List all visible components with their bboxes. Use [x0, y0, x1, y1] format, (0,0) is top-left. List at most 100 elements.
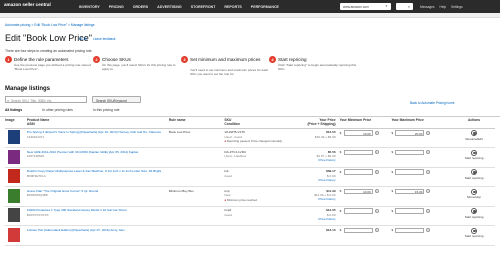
min-price-field-input[interactable] — [343, 149, 373, 155]
search-icon: ⌕ — [7, 97, 10, 103]
marketplace-value: www.amazon.com — [343, 4, 369, 9]
sub-navigation-bar — [0, 13, 500, 18]
product-thumbnail[interactable] — [8, 227, 20, 242]
min-price-cell: $ 10.00 i — [339, 128, 392, 148]
action-button[interactable]: Start repricing — [453, 215, 495, 219]
max-price-field-input[interactable] — [395, 208, 425, 214]
nav-inventory[interactable]: INVENTORY — [79, 5, 100, 9]
action-button[interactable]: Move/stop — [453, 195, 495, 199]
min-price-field-input[interactable] — [343, 169, 373, 175]
product-cell: Grace Flair "The Original Grow Corner" 6… — [26, 186, 169, 207]
sku: tmp — [224, 188, 230, 193]
info-icon[interactable]: i — [426, 130, 431, 135]
header-image: Image — [5, 117, 27, 129]
play-icon[interactable] — [471, 208, 478, 214]
breadcrumb[interactable]: Automate pricing > Edit "Book Low Price"… — [5, 23, 94, 27]
product-name-link[interactable]: Lobster Hat (Adirondack Edition) [Paperb… — [27, 228, 162, 232]
marketplace-select[interactable]: www.amazon.com ▼ — [340, 3, 391, 10]
help-link[interactable]: Help — [440, 5, 447, 9]
tab-this-pricing-rule[interactable]: In this pricing rule — [93, 108, 120, 115]
nav-storefront[interactable]: STOREFRONT — [191, 5, 216, 9]
search-sku-keyword-button[interactable]: Search SKU/Keyword — [92, 96, 141, 103]
resume-icon[interactable] — [471, 130, 478, 136]
listing-tabs: All listings In other pricing rules In t… — [5, 108, 139, 115]
play-icon[interactable] — [471, 149, 478, 156]
image-cell — [5, 167, 27, 187]
min-price-cell: $ i — [339, 167, 392, 187]
product-name-link[interactable]: Grace Flair "The Original Grow Corner" 6… — [27, 189, 162, 193]
price-history-link[interactable]: Price history — [282, 197, 336, 201]
header-product-name[interactable]: Product Name ASIN — [26, 117, 169, 129]
max-price-field-input[interactable] — [395, 149, 425, 155]
info-icon[interactable]: i — [374, 189, 379, 194]
intro-text: There are four steps to creating an auto… — [5, 49, 93, 53]
info-icon[interactable]: i — [374, 130, 379, 135]
price-history-link[interactable]: Price history — [282, 217, 336, 221]
header-rule-name[interactable]: Rule name — [168, 117, 225, 129]
search-icon[interactable]: ⌕ — [405, 3, 413, 10]
nav-performance[interactable]: PERFORMANCE — [251, 5, 279, 9]
info-icon[interactable]: i — [426, 228, 431, 233]
min-price-field-input[interactable]: 10.00 — [343, 130, 373, 136]
condition: Good — [224, 212, 232, 217]
search-placeholder: Search SKU, Title, ISBN, etc. — [11, 98, 53, 103]
max-price-field-input[interactable] — [395, 169, 425, 175]
action-button[interactable]: Start repricing — [453, 176, 495, 180]
your-price: $12.05 — [326, 208, 336, 212]
product-name-link[interactable]: New GRE 2011-2012 Premier with CD-ROM (K… — [27, 150, 162, 154]
leave-feedback-link[interactable]: Leave feedback — [93, 37, 116, 41]
info-icon[interactable]: i — [374, 228, 379, 233]
price-value: 15.00 — [414, 190, 423, 195]
min-price-cell: $ i — [339, 225, 392, 246]
header-sku[interactable]: SKU Condition — [224, 117, 282, 129]
condition: Used - Good — [224, 134, 242, 139]
listing-search-input[interactable]: ⌕ Search SKU, Title, ISBN, etc. — [5, 96, 87, 103]
button-label: Search SKU/Keyword — [96, 98, 127, 103]
nav-advertising[interactable]: ADVERTISING — [157, 5, 182, 9]
back-to-automate-pricing-link[interactable]: Back to Automate Pricing home — [410, 101, 454, 105]
action-button[interactable]: Start repricing — [453, 234, 495, 238]
nav-pricing[interactable]: PRICING — [109, 5, 124, 9]
messages-link[interactable]: Messages — [420, 5, 435, 9]
max-price-field: $ 15.00 i — [391, 188, 453, 195]
product-thumbnail[interactable] — [8, 130, 20, 144]
action-button[interactable]: Start repricing — [453, 156, 495, 160]
max-price-field-input[interactable] — [395, 227, 425, 233]
play-icon[interactable] — [471, 169, 478, 175]
product-thumbnail[interactable] — [8, 208, 20, 222]
info-icon[interactable]: i — [426, 208, 431, 213]
header-your-price[interactable]: Your Price (Price + Shipping) — [281, 117, 340, 129]
price-history-link[interactable]: Price history — [282, 158, 336, 162]
settings-link[interactable]: Settings — [451, 5, 463, 9]
product-thumbnail[interactable] — [8, 188, 20, 203]
product-name-link[interactable]: Dolphin Copy Paper Multipurpose Laser & … — [27, 169, 162, 173]
product-thumbnail[interactable] — [8, 169, 20, 183]
info-icon[interactable]: i — [426, 169, 431, 174]
product-name-link[interactable]: Pro Spring 3 (Expert's Voice in Spring) … — [27, 130, 162, 134]
info-icon[interactable]: i — [426, 150, 431, 155]
nav-orders[interactable]: ORDERS — [133, 5, 148, 9]
info-icon[interactable]: i — [374, 208, 379, 213]
info-icon[interactable]: i — [374, 150, 379, 155]
play-icon[interactable] — [471, 188, 478, 195]
max-price-field-input[interactable]: 20.00 — [395, 130, 425, 136]
tab-all-listings[interactable]: All listings — [5, 108, 22, 115]
min-price-field-input[interactable]: 10.00 — [343, 188, 373, 194]
info-icon[interactable]: i — [426, 189, 431, 194]
amazon-seller-central-logo[interactable]: amazon seller central — [4, 2, 51, 11]
manage-listings-heading: Manage listings — [5, 86, 51, 92]
product-name-link[interactable]: 10000 Punkettes 1 Type 300 Standard Glos… — [27, 208, 162, 212]
max-price-field-input[interactable]: 15.00 — [395, 188, 425, 195]
min-price-field-input[interactable] — [343, 208, 373, 214]
product-thumbnail[interactable] — [8, 149, 20, 164]
min-price-field-input[interactable] — [343, 227, 373, 233]
action-button[interactable]: Resume/Edit — [453, 137, 495, 141]
info-icon[interactable]: i — [374, 169, 379, 174]
top-navigation-bar: amazon seller central INVENTORY PRICING … — [0, 0, 500, 13]
play-icon[interactable] — [471, 227, 478, 234]
nav-reports[interactable]: REPORTS — [224, 5, 241, 9]
max-price-cell: $ i — [391, 167, 454, 187]
actions-cell: Start repricing — [453, 167, 495, 187]
tab-other-pricing-rules[interactable]: In other pricing rules — [42, 108, 73, 115]
price-history-link[interactable]: Price history — [282, 178, 336, 182]
